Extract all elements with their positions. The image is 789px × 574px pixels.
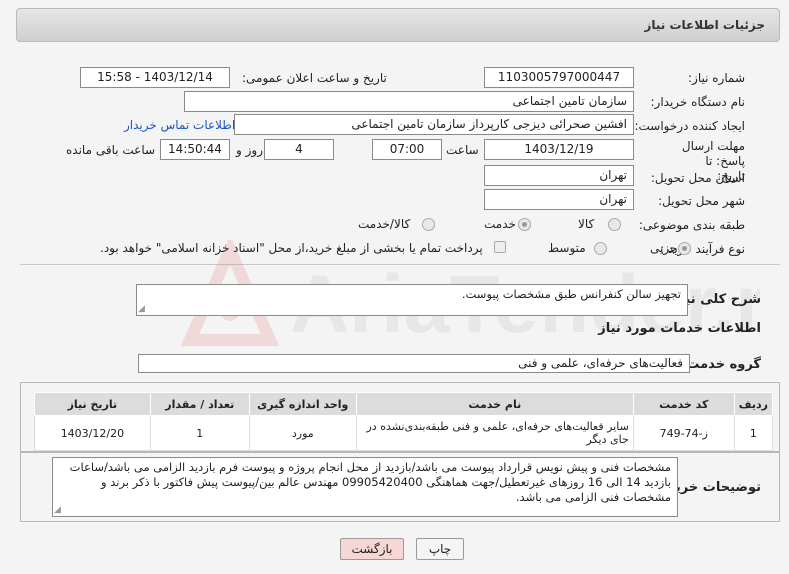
need-number-label: شماره نیاز: <box>688 71 745 85</box>
cell-quantity: 1 <box>149 415 250 451</box>
cell-unit: مورد <box>248 415 357 451</box>
table-row: 1 ز-74-749 سایر فعالیت‌های حرفه‌ای، علمی… <box>34 415 774 451</box>
deadline-time-field: 07:00 <box>372 139 442 160</box>
notes-resize-handle-icon[interactable]: ◢ <box>54 505 61 515</box>
need-number-field: 1103005797000447 <box>484 67 634 88</box>
cell-row: 1 <box>733 415 774 451</box>
announce-date-field: 1403/12/14 - 15:58 <box>80 67 230 88</box>
buyer-org-field: سازمان تامین اجتماعی <box>184 91 634 112</box>
cell-service-code: ز-74-749 <box>632 415 735 451</box>
category-service-radio[interactable] <box>518 218 531 231</box>
col-unit: واحد اندازه گیری <box>248 392 357 416</box>
back-button[interactable]: بازگشت <box>340 538 404 560</box>
summary-text: تجهیز سالن کنفرانس طبق مشخصات پیوست. <box>461 287 681 301</box>
creator-label: ایجاد کننده درخواست: <box>634 119 745 133</box>
col-row: ردیف <box>733 392 774 416</box>
col-quantity: تعداد / مقدار <box>149 392 250 416</box>
cell-service-name: سایر فعالیت‌های حرفه‌ای، علمی و فنی طبقه… <box>355 415 634 451</box>
services-table: ردیف کد خدمت نام خدمت واحد اندازه گیری ت… <box>34 392 774 451</box>
col-service-name: نام خدمت <box>355 392 634 416</box>
service-group-label: گروه خدمت: <box>681 357 761 372</box>
services-section-title: اطلاعات خدمات مورد نیاز <box>598 321 761 336</box>
details-title-bar: جزئیات اطلاعات نیاز <box>16 8 780 42</box>
buyer-notes-text: مشخصات فنی و پیش نویس قرارداد پیوست می ب… <box>69 460 671 504</box>
deadline-date-field: 1403/12/19 <box>484 139 634 160</box>
category-goods-service-label: کالا/خدمت <box>358 217 411 231</box>
cell-need-date: 1403/12/20 <box>34 415 151 451</box>
days-label: روز و <box>236 143 263 157</box>
city-field: تهران <box>484 189 634 210</box>
service-group-field: فعالیت‌های حرفه‌ای، علمی و فنی <box>138 354 690 373</box>
category-goods-service-radio[interactable] <box>422 218 435 231</box>
col-need-date: تاریخ نیاز <box>34 392 151 416</box>
category-label: طبقه بندی موضوعی: <box>638 218 745 232</box>
category-goods-radio[interactable] <box>608 218 621 231</box>
category-goods-label: کالا <box>578 217 595 231</box>
buyer-org-label: نام دستگاه خریدار: <box>650 95 746 109</box>
table-header-row: ردیف کد خدمت نام خدمت واحد اندازه گیری ت… <box>34 392 774 416</box>
resize-handle-icon[interactable]: ◢ <box>138 304 145 314</box>
remaining-time-field: 14:50:44 <box>160 139 230 160</box>
city-label: شهر محل تحویل: <box>658 194 745 208</box>
creator-field: افشین صحرائی دیزجی کارپرداز سازمان تامین… <box>234 114 634 135</box>
category-service-label: خدمت <box>484 217 516 231</box>
col-service-code: کد خدمت <box>632 392 735 416</box>
page-title: جزئیات اطلاعات نیاز <box>644 18 765 32</box>
buyer-notes-textarea: مشخصات فنی و پیش نویس قرارداد پیوست می ب… <box>52 457 678 517</box>
print-button[interactable]: چاپ <box>416 538 464 560</box>
province-field: تهران <box>484 165 634 186</box>
announce-date-label: تاریخ و ساعت اعلان عمومی: <box>242 71 387 85</box>
deadline-time-label: ساعت <box>446 143 479 157</box>
province-label: استان محل تحویل: <box>650 171 745 185</box>
buyer-contact-link[interactable]: اطلاعات تماس خریدار <box>124 118 235 132</box>
remaining-days-field: 4 <box>264 139 334 160</box>
summary-textarea: تجهیز سالن کنفرانس طبق مشخصات پیوست. <box>136 284 688 316</box>
remaining-time-label: ساعت باقی مانده <box>66 143 156 157</box>
